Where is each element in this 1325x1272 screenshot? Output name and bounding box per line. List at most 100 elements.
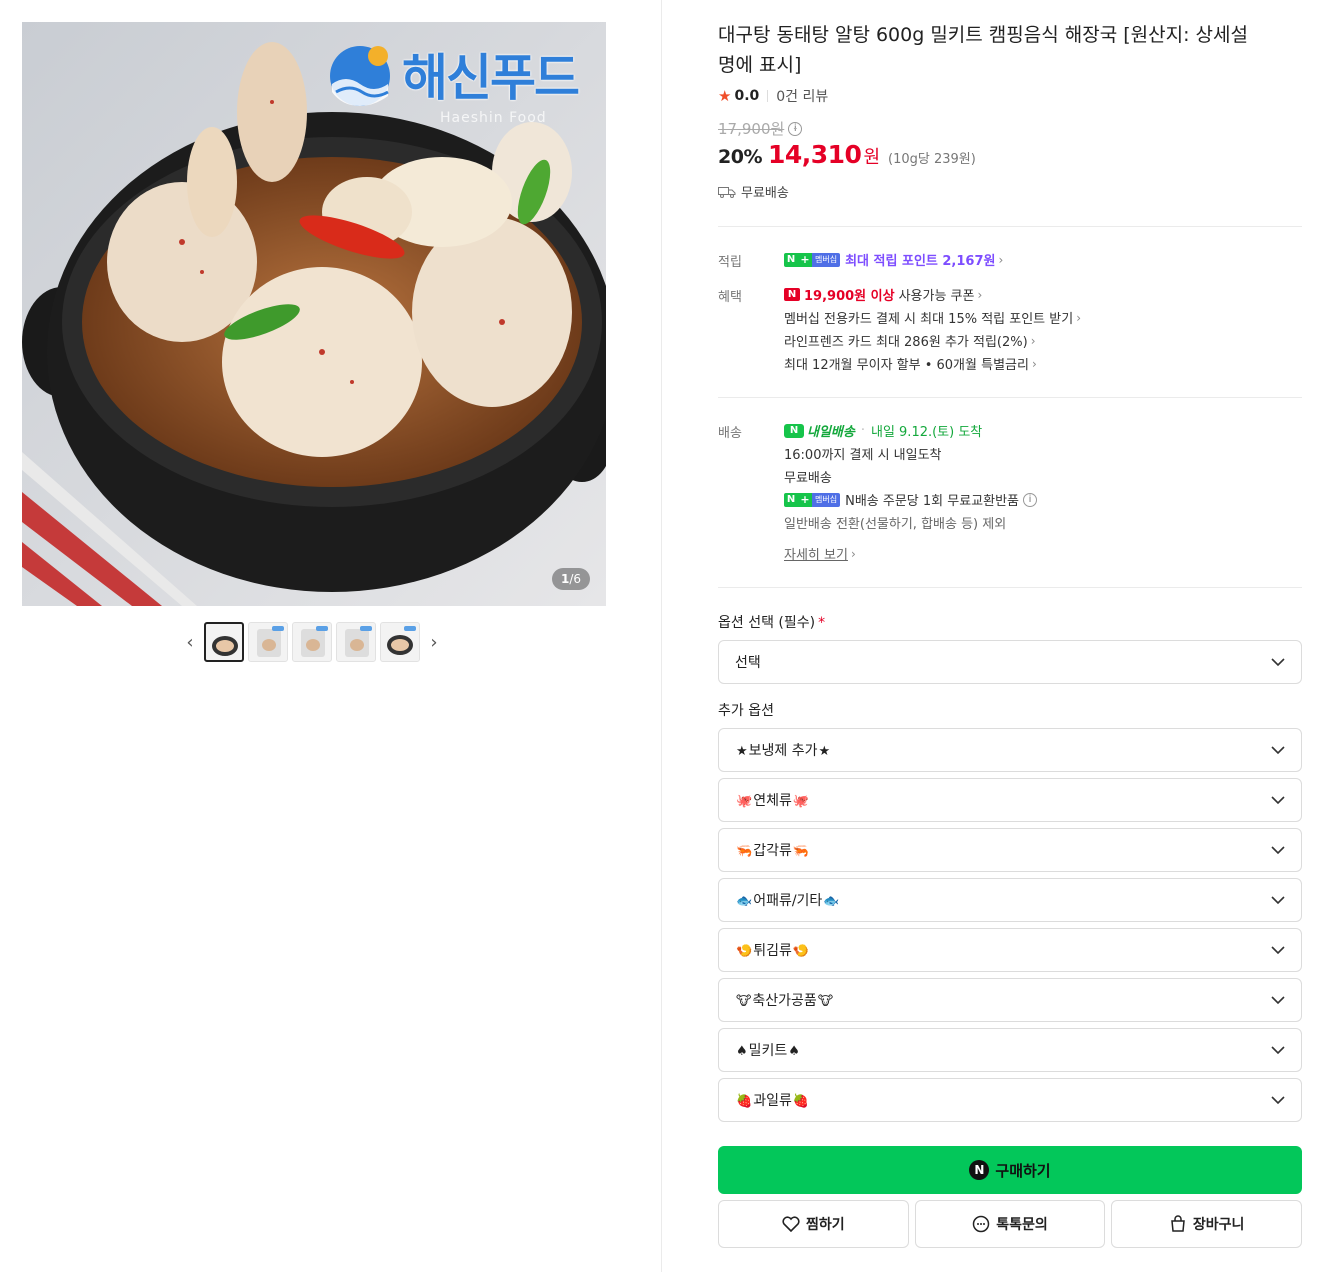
thumbnail-1[interactable] <box>204 622 244 662</box>
free-shipping: 무료배송 <box>718 182 789 201</box>
delivery-cutoff: 16:00까지 결제 시 내일도착 <box>784 448 942 463</box>
divider <box>718 226 1302 227</box>
extra-option-text: 어패류/기타 <box>753 893 823 909</box>
coupon-badge-icon: N <box>784 288 800 301</box>
thumbnail-prev-icon[interactable]: ‹ <box>180 622 200 662</box>
extra-option-select[interactable]: 🐟어패류/기타🐟 <box>718 878 1302 922</box>
extra-option-label: 🍓과일류🍓 <box>735 1090 810 1110</box>
wishlist-label: 찜하기 <box>806 1217 845 1233</box>
option-emoji-icon: 🍓 <box>792 1094 810 1109</box>
cart-label: 장바구니 <box>1192 1217 1245 1233</box>
product-title: 대구탕 동태탕 알탕 600g 밀키트 캠핑음식 해장국 [원산지: 상세설명에… <box>718 24 1248 76</box>
option-emoji-icon: 🐟 <box>823 894 840 909</box>
extra-option-select[interactable]: 🍓과일류🍓 <box>718 1078 1302 1122</box>
naver-plus-membership-badge: N + 멤버십 <box>784 252 841 267</box>
required-mark: * <box>818 615 826 631</box>
brand-logo-text: 해신푸드 <box>402 49 580 107</box>
cart-button[interactable]: 장바구니 <box>1111 1200 1303 1248</box>
brand-logo: 해신푸드 Haeshin Food <box>322 36 580 126</box>
extra-option-select[interactable]: ★보냉제 추가★ <box>718 728 1302 772</box>
extra-option-select[interactable]: ♠밀키트♠ <box>718 1028 1302 1072</box>
sale-price: 14,310 <box>767 140 862 169</box>
required-option-select[interactable]: 선택 <box>718 640 1302 684</box>
product-gallery: 해신푸드 Haeshin Food 1/6 ‹ › <box>0 0 662 1272</box>
benefit-item[interactable]: 최대 12개월 무이자 할부 • 60개월 특별금리 › <box>784 352 1081 375</box>
badge-plus: + <box>798 252 812 267</box>
price-row: 20% 14,310 원 (10g당 239원) <box>718 140 976 169</box>
option-emoji-icon: ★ <box>736 744 748 759</box>
benefit-text: 라인프렌즈 카드 최대 286원 추가 적립(2%) <box>784 335 1028 350</box>
chevron-right-icon: › <box>1031 356 1037 371</box>
chevron-down-icon <box>1271 1045 1285 1054</box>
rating-divider <box>767 90 769 102</box>
extra-option-text: 보냉제 추가 <box>748 743 818 759</box>
extra-option-text: 과일류 <box>753 1093 792 1109</box>
wishlist-button[interactable]: 찜하기 <box>718 1200 909 1248</box>
chevron-down-icon <box>1271 745 1285 754</box>
badge-n: N <box>784 492 798 507</box>
divider <box>718 587 1302 588</box>
option-emoji-icon: 🐮 <box>736 994 752 1009</box>
info-icon[interactable]: i <box>1023 492 1038 507</box>
extra-option-label: ★보냉제 추가★ <box>735 740 831 760</box>
coupon-threshold: 19,900원 이상 <box>804 289 895 304</box>
extra-option-label: 🦐갑각류🦐 <box>735 840 810 860</box>
image-counter-total: /6 <box>569 572 581 586</box>
thumbnail-next-icon[interactable]: › <box>424 622 444 662</box>
option-emoji-icon: 🍓 <box>736 1094 753 1109</box>
delivery-details-link[interactable]: 자세히 보기 <box>784 544 848 563</box>
talk-inquiry-button[interactable]: 톡톡문의 <box>914 1200 1106 1248</box>
buy-button[interactable]: N 구매하기 <box>718 1146 1302 1194</box>
thumbnail-5[interactable] <box>380 622 420 662</box>
thumbnail-2[interactable] <box>248 622 288 662</box>
badge-n: N <box>784 252 798 267</box>
benefit-item[interactable]: 라인프렌즈 카드 최대 286원 추가 적립(2%) › <box>784 329 1081 352</box>
delivery-info: N 내일배송 · 내일 9.12.(토) 도착 16:00까지 결제 시 내일도착… <box>784 419 1038 565</box>
discount-rate: 20% <box>718 146 762 168</box>
star-icon: ★ <box>718 87 732 105</box>
extra-option-select[interactable]: 🐙연체류🐙 <box>718 778 1302 822</box>
badge-membership: 멤버십 <box>812 492 841 507</box>
thumbnail-4[interactable] <box>336 622 376 662</box>
chevron-down-icon <box>1271 795 1285 804</box>
coupon-text: 사용가능 쿠폰 <box>898 289 975 304</box>
benefit-item[interactable]: 멤버십 전용카드 결제 시 최대 15% 적립 포인트 받기 › <box>784 306 1081 329</box>
chevron-down-icon <box>1271 657 1285 666</box>
main-product-image[interactable]: 해신푸드 Haeshin Food 1/6 <box>22 22 606 606</box>
coupon-benefit[interactable]: N 19,900원 이상 사용가능 쿠폰 › <box>784 283 1081 306</box>
rating-summary[interactable]: ★ 0.0 0건 리뷰 <box>718 86 828 106</box>
secondary-actions: 찜하기 톡톡문의 장바구니 <box>718 1200 1303 1248</box>
extra-option-select[interactable]: 🍤튀김류🍤 <box>718 928 1302 972</box>
option-emoji-icon: 🦐 <box>792 844 810 859</box>
review-count[interactable]: 0건 리뷰 <box>776 86 828 106</box>
chevron-right-icon: › <box>1030 333 1036 348</box>
thumbnail-3[interactable] <box>292 622 332 662</box>
shopping-bag-icon <box>1171 1215 1185 1232</box>
free-shipping-label: 무료배송 <box>741 186 789 201</box>
thumbnail-strip: ‹ › <box>180 622 444 662</box>
chevron-right-icon: › <box>1076 310 1082 325</box>
info-icon[interactable]: i <box>788 121 803 136</box>
points-row[interactable]: N + 멤버십 최대 적립 포인트 2,167원 › <box>784 248 1003 271</box>
extra-option-label: 🐙연체류🐙 <box>735 790 810 810</box>
points-text[interactable]: 최대 적립 포인트 2,167원 <box>845 250 995 269</box>
extra-option-text: 튀김류 <box>753 943 792 959</box>
delivery-fee: 무료배송 <box>784 471 832 486</box>
extra-option-label: 🐟어패류/기타🐟 <box>735 890 841 910</box>
brand-logo-subtext: Haeshin Food <box>440 110 547 126</box>
chat-bubble-icon <box>972 1215 990 1233</box>
talk-inquiry-label: 톡톡문의 <box>996 1217 1048 1233</box>
rating-score: 0.0 <box>734 88 760 104</box>
extra-option-select[interactable]: 🦐갑각류🦐 <box>718 828 1302 872</box>
tomorrow-delivery-logo: N 내일배송 <box>784 421 855 440</box>
benefit-text: 최대 12개월 무이자 할부 • 60개월 특별금리 <box>784 358 1029 373</box>
truck-icon <box>718 186 736 198</box>
option-emoji-icon: 🍤 <box>792 944 810 959</box>
extra-option-text: 갑각류 <box>753 843 792 859</box>
chevron-down-icon <box>1271 895 1285 904</box>
option-emoji-icon: 🐙 <box>736 794 753 809</box>
option-emoji-icon: 🦐 <box>736 844 753 859</box>
option-emoji-icon: ♠ <box>736 1044 748 1059</box>
extra-option-select[interactable]: 🐮축산가공품🐮 <box>718 978 1302 1022</box>
extra-option-label: 🍤튀김류🍤 <box>735 940 810 960</box>
